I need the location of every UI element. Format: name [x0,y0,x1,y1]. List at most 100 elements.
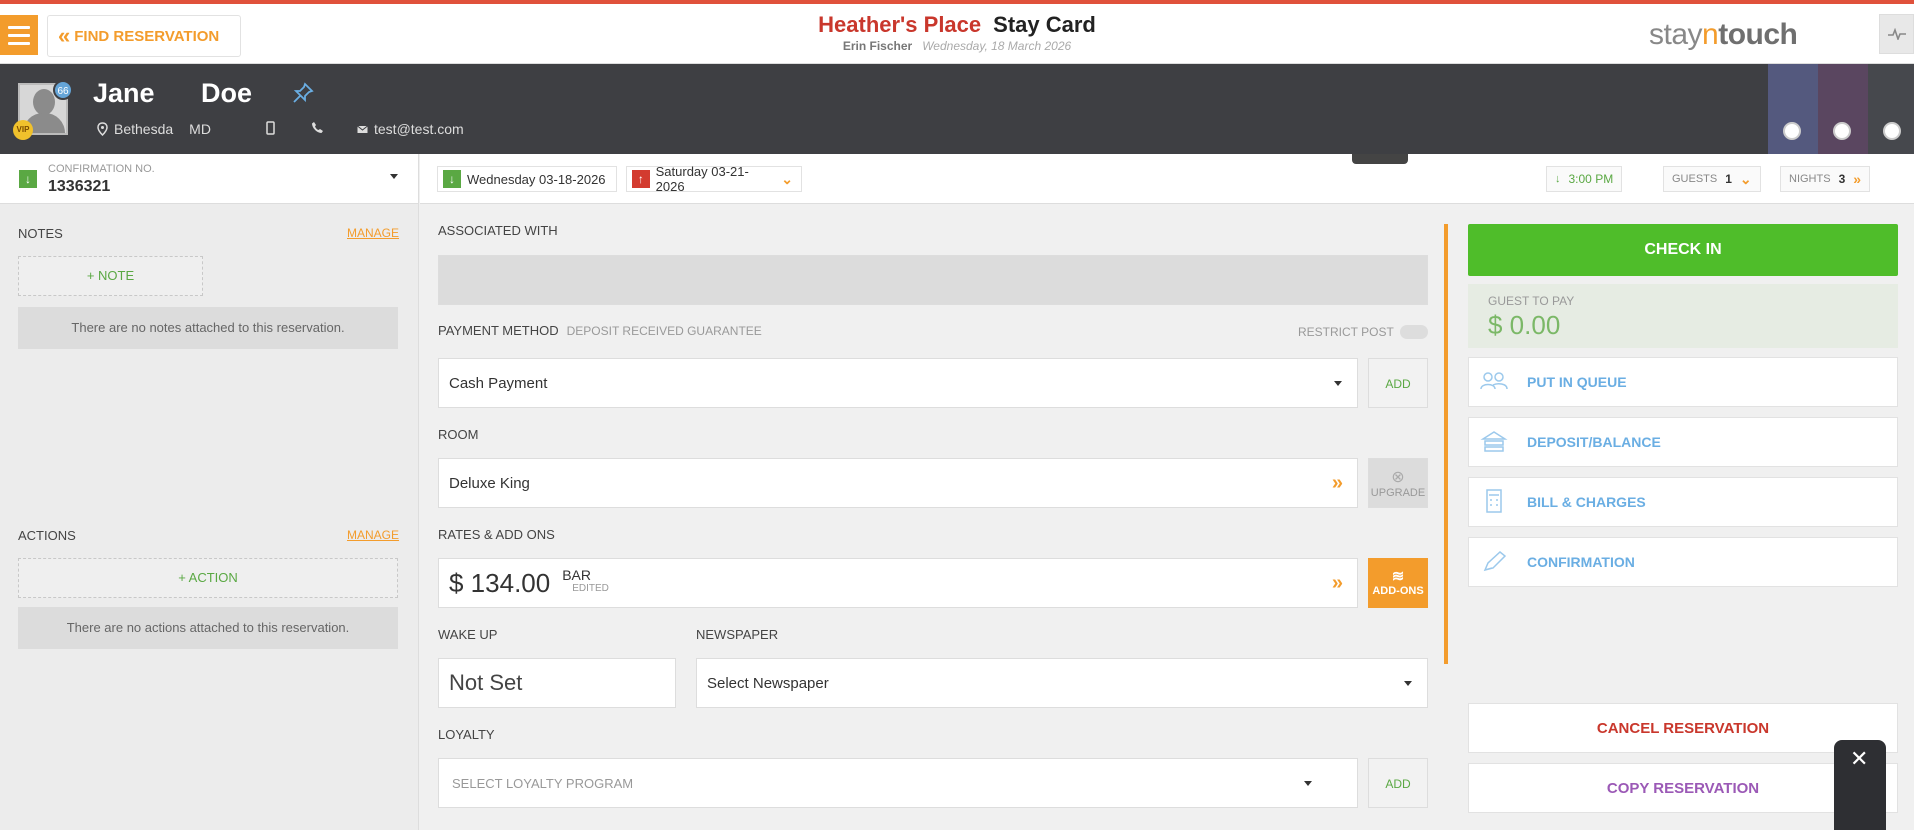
guests-count[interactable]: GUESTS 1 ⌄ [1663,166,1761,192]
room-type-field[interactable]: Deluxe King » [438,458,1358,508]
guest-state: MD [189,121,211,137]
check-in-button[interactable]: CHECK IN [1468,224,1898,276]
notes-empty-message: There are no notes attached to this rese… [18,307,398,349]
double-chevron-right-icon: » [1331,571,1343,594]
payment-method-select[interactable]: Cash Payment [438,358,1358,408]
guest-last-name[interactable]: Doe [201,78,252,109]
restrict-post-label: RESTRICT POST [1298,325,1394,339]
chevron-down-icon[interactable] [390,174,398,179]
departure-date[interactable]: ↑ Saturday 03-21-2026 ⌄ [626,164,802,194]
tile-group[interactable] [1868,64,1914,154]
drawer-handle[interactable] [1352,154,1408,164]
notes-heading: NOTES [18,226,63,241]
orange-divider [1444,224,1448,664]
actions-manage-link[interactable]: MANAGE [347,528,399,542]
payment-label: PAYMENT METHOD DEPOSIT RECEIVED GUARANTEE [438,323,762,338]
restrict-post-toggle[interactable] [1400,325,1428,339]
departure-arrow-icon: ↑ [632,170,650,188]
guest-header: 66 VIP Jane Doe Bethesda MD test@test.co… [0,64,1914,154]
newspaper-label: NEWSPAPER [696,627,779,642]
pin-icon[interactable] [292,82,314,109]
arrival-arrow-icon: ↓ [1555,173,1561,185]
upgrade-button[interactable]: ⊗ UPGRADE [1368,458,1428,508]
brand-logo: stayntouch [1649,18,1798,51]
add-action-button[interactable]: + ACTION [18,558,398,598]
chevron-down-icon [1304,781,1312,786]
double-chevron-right-icon: » [1853,171,1862,187]
search-icon[interactable] [1883,122,1901,140]
confirmation-selector[interactable]: ↓ CONFIRMATION NO. 1336321 [0,154,418,204]
add-loyalty-button[interactable]: ADD [1368,758,1428,808]
top-bar: « FIND RESERVATION Heather's Place Stay C… [0,0,1914,64]
associated-label: ASSOCIATED WITH [438,223,558,238]
layers-icon: ≋ [1391,568,1405,585]
arrival-arrow-icon: ↓ [443,170,461,188]
badge-count: 66 [53,80,73,100]
phone-icon[interactable] [311,121,324,134]
arrival-time[interactable]: ↓ 3:00 PM [1546,166,1623,192]
queue-icon [1479,371,1509,394]
guest-email[interactable]: test@test.com [357,121,464,137]
arrival-date[interactable]: ↓ Wednesday 03-18-2026 [437,166,617,192]
deposit-icon [1479,430,1509,455]
vip-badge: VIP [13,120,33,140]
add-note-button[interactable]: + NOTE [18,256,203,296]
loyalty-select[interactable]: SELECT LOYALTY PROGRAM [438,758,1358,808]
email-icon [357,125,368,133]
actions-empty-message: There are no actions attached to this re… [18,607,398,649]
double-chevron-right-icon: » [1331,471,1343,494]
guest-first-name[interactable]: Jane [93,78,155,109]
tile-travel-agent[interactable] [1818,64,1868,154]
add-ons-button[interactable]: ≋ ADD-ONS [1368,558,1428,608]
associated-field[interactable] [438,255,1428,305]
close-panel: ✕ [1834,740,1886,830]
double-chevron-down-icon: ⌄ [1739,170,1752,187]
location-icon [97,122,108,136]
calculator-icon [1479,488,1509,516]
search-icon[interactable] [1833,122,1851,140]
pen-icon [1479,550,1509,575]
chevron-down-icon [1404,681,1412,686]
loyalty-label: LOYALTY [438,727,495,742]
pulse-icon[interactable] [1879,14,1914,54]
close-icon[interactable]: ✕ [1850,746,1868,772]
guest-tiles [1768,64,1914,154]
newspaper-select[interactable]: Select Newspaper [696,658,1428,708]
mobile-icon[interactable] [266,121,275,135]
hotel-name: Heather's Place [818,12,982,37]
left-panel: ↓ CONFIRMATION NO. 1336321 NOTES MANAGE … [0,154,419,830]
double-chevron-down-icon: ⌄ [781,170,793,187]
guest-to-pay-amount: $ 0.00 [1488,310,1561,340]
deposit-balance-button[interactable]: DEPOSIT/BALANCE [1468,417,1898,467]
guest-to-pay-panel: GUEST TO PAY $ 0.00 [1468,284,1898,348]
rate-status: EDITED [572,582,609,594]
rate-field[interactable]: $ 134.00 BAR EDITED » [438,558,1358,608]
guest-email-text: test@test.com [374,121,464,137]
guest-to-pay-label: GUEST TO PAY [1488,294,1575,308]
rate-amount: $ 134.00 [449,567,551,598]
stay-date-bar: ↓ Wednesday 03-18-2026 ↑ Saturday 03-21-… [420,154,1914,204]
page-title-block: Heather's Place Stay Card Erin Fischer Wed… [0,12,1914,53]
confirmation-number: 1336321 [48,178,111,195]
bill-charges-button[interactable]: BILL & CHARGES [1468,477,1898,527]
page-title: Stay Card [993,12,1096,37]
add-payment-button[interactable]: ADD [1368,358,1428,408]
rate-code: BAR [562,566,592,583]
rates-label: RATES & ADD ONS [438,527,555,542]
business-date: Wednesday, 18 March 2026 [922,39,1072,53]
notes-manage-link[interactable]: MANAGE [347,226,399,240]
arrival-arrow-icon: ↓ [19,170,37,188]
search-icon[interactable] [1783,122,1801,140]
guest-city: Bethesda [114,121,174,137]
confirmation-button[interactable]: CONFIRMATION [1468,537,1898,587]
put-in-queue-button[interactable]: PUT IN QUEUE [1468,357,1898,407]
tile-company[interactable] [1768,64,1818,154]
guest-location: Bethesda MD [97,121,211,137]
nights-count[interactable]: NIGHTS 3» [1780,166,1871,192]
chevron-down-icon [1334,381,1342,386]
user-name: Erin Fischer [842,39,913,53]
room-label: ROOM [438,427,479,442]
wakeup-label: WAKE UP [438,627,498,642]
wakeup-field[interactable]: Not Set [438,658,676,708]
actions-heading: ACTIONS [18,528,76,543]
